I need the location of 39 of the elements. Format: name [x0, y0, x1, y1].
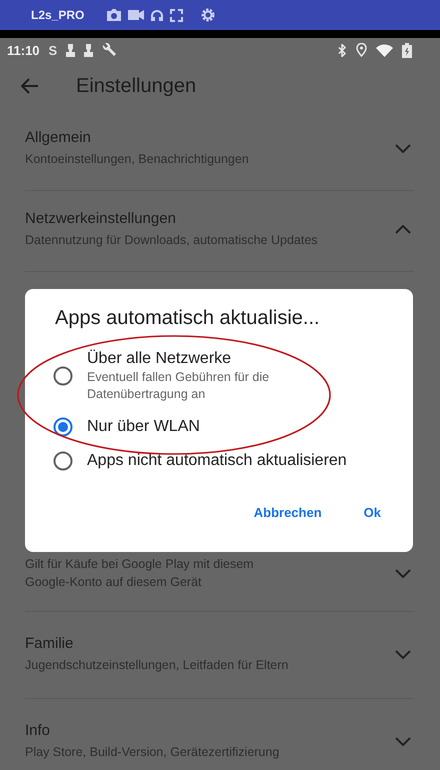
status-letter: S — [48, 42, 58, 58]
location-icon — [356, 43, 367, 57]
section-description: Kontoeinstellungen, Benachrichtigungen — [25, 151, 249, 168]
page-title: Einstellungen — [76, 74, 196, 98]
radio-button[interactable] — [53, 366, 73, 386]
chevron-down-icon[interactable] — [395, 650, 411, 658]
section-title[interactable]: Netzwerkeinstellungen — [25, 209, 318, 229]
camera-icon[interactable] — [106, 8, 122, 22]
radio-button[interactable] — [53, 451, 73, 471]
section-description: Gilt für Käufe bei Google Play mit diesem Google-Konto auf diesem Gerät — [25, 556, 255, 591]
section-description: Datennutzung für Downloads, automatische Updates — [25, 232, 318, 249]
chevron-up-icon[interactable] — [395, 224, 411, 234]
battery-icon — [402, 42, 412, 58]
section-description: Jugendschutzeinstellungen, Leitfaden für Eltern — [25, 657, 288, 674]
video-camera-icon[interactable] — [128, 9, 144, 21]
wifi-icon — [376, 44, 393, 56]
option-label[interactable]: Nur über WLAN — [87, 417, 200, 437]
option-label[interactable]: Apps nicht automatisch aktualisieren — [87, 451, 347, 471]
chevron-down-icon[interactable] — [395, 736, 411, 746]
dialog-button[interactable]: Ok — [360, 501, 385, 524]
chevron-down-icon[interactable] — [395, 568, 411, 578]
section-title[interactable]: Allgemein — [25, 128, 249, 148]
section-description: Play Store, Build-Version, Gerätezertifizierung — [25, 744, 280, 761]
radio-button[interactable] — [53, 417, 73, 437]
status-time: 11:10 — [7, 42, 40, 58]
dialog-button[interactable]: Abbrechen — [250, 501, 326, 524]
bluetooth-icon — [338, 44, 347, 56]
section-title[interactable]: Familie — [25, 634, 288, 654]
wrench-icon — [102, 43, 116, 57]
headphones-icon[interactable] — [150, 8, 164, 22]
fullscreen-icon[interactable] — [170, 8, 184, 22]
settings-icon[interactable] — [201, 8, 216, 22]
chevron-down-icon[interactable] — [395, 144, 411, 152]
back-arrow-icon[interactable] — [21, 78, 39, 94]
device-name: L2s_PRO — [31, 8, 84, 22]
section-title[interactable]: Info — [25, 721, 280, 741]
option-label[interactable]: Über alle Netzwerke — [87, 349, 327, 369]
dialog-title: Apps automatisch aktualisie... — [55, 306, 321, 331]
option-description: Eventuell fallen Gebühren für die Datenübertragung an — [87, 369, 270, 403]
